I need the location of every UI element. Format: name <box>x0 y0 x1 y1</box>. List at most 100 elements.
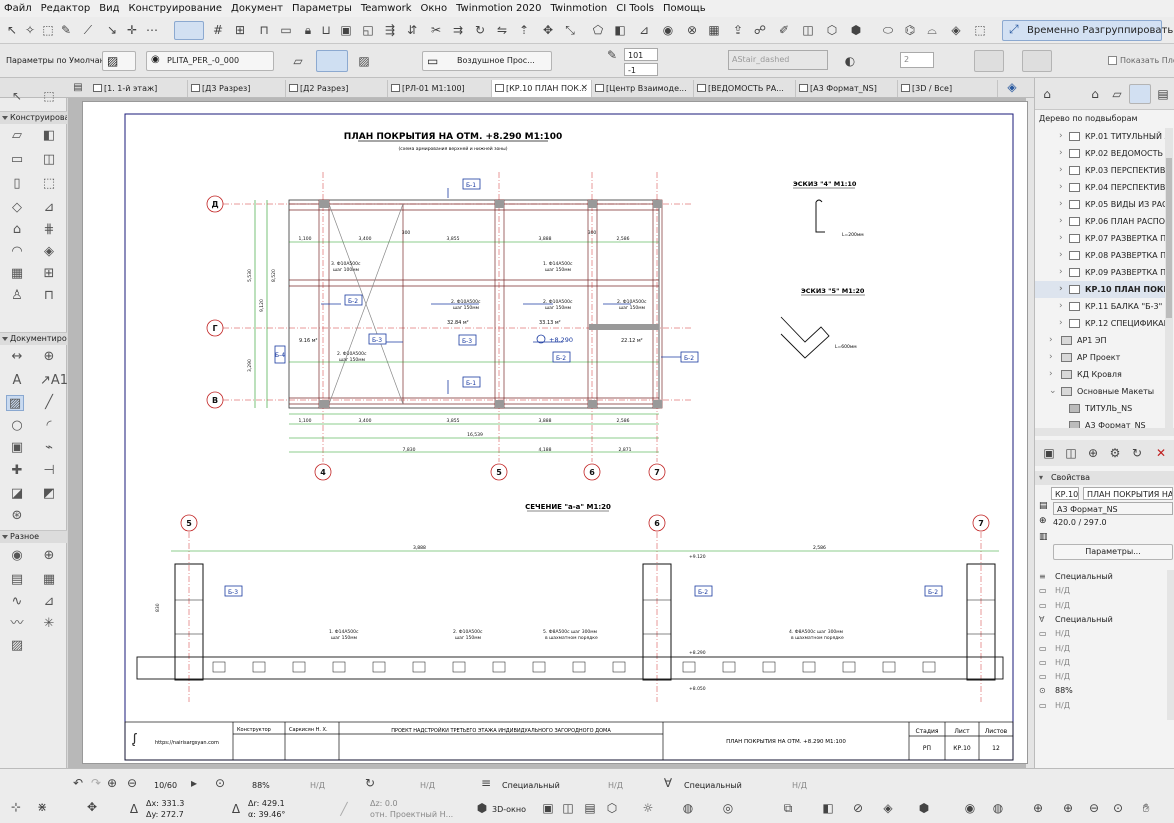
fill-option2-button[interactable] <box>1022 50 1052 72</box>
navigator-folder[interactable]: › КД Кровля <box>1035 366 1167 383</box>
radial-dim-tool-icon[interactable]: ⊕ <box>40 349 58 365</box>
door-tool-icon[interactable]: ◧ <box>40 128 58 144</box>
marquee-icon[interactable]: ⬚ <box>40 22 56 38</box>
roof-tool-icon[interactable]: ⌂ <box>8 222 26 238</box>
chevron-icon[interactable]: › <box>1049 332 1053 349</box>
surface-fill-button[interactable] <box>316 50 348 72</box>
menu-item[interactable]: Окно <box>421 3 448 14</box>
navigator-item[interactable]: › КР.01 ТИТУЛЬНЫЙ Л <box>1035 128 1167 145</box>
cube-icon[interactable]: ◈ <box>948 22 964 38</box>
pick-up-icon[interactable]: ⟋ <box>80 22 96 38</box>
polygon-icon[interactable]: ⬠ <box>590 22 606 38</box>
resize-icon[interactable]: ⤡ <box>562 22 578 38</box>
camera-icon[interactable]: ⌬ <box>902 22 918 38</box>
arrange-icon[interactable]: ⬚ <box>972 22 988 38</box>
property-row[interactable]: ⊙ 88% <box>1035 684 1174 698</box>
pan-icon[interactable]: ✋︎ <box>1138 800 1154 816</box>
new-master-icon[interactable]: ◫ <box>1063 445 1079 461</box>
navigator-item[interactable]: ›КР.10 ПЛАН ПОКРЫ <box>1035 281 1167 298</box>
navigator-menu-icon[interactable]: ⌂ <box>1039 86 1055 102</box>
picture-tool-icon[interactable]: ▨ <box>8 638 26 654</box>
wall-tool-icon[interactable]: ▱ <box>8 128 26 144</box>
zoom-in-icon[interactable]: ⊕ <box>104 775 120 791</box>
chevron-icon[interactable]: › <box>1049 366 1053 383</box>
tab-schedule[interactable]: [ВЕДОМОСТЬ РА... <box>694 80 796 97</box>
shell-tool-icon[interactable]: ◠ <box>8 244 26 260</box>
render-icon[interactable]: ◉ <box>660 22 676 38</box>
zoom-out-icon[interactable]: ⊖ <box>124 775 140 791</box>
arc-tool-icon[interactable]: ◜ <box>40 418 58 434</box>
figure-tool-icon[interactable]: ▣ <box>8 440 26 456</box>
filter-icon[interactable]: ⊘ <box>850 800 866 816</box>
new-subset-icon[interactable]: ⊕ <box>1085 445 1101 461</box>
floor-plan-icon[interactable]: ▣ <box>540 800 556 816</box>
mirror-icon[interactable]: ⇋ <box>494 22 510 38</box>
section-tool-icon[interactable]: ⊕ <box>40 548 58 564</box>
menu-item[interactable]: Параметры <box>292 3 352 14</box>
interior-elevation-tool-icon[interactable]: ▦ <box>40 572 58 588</box>
eyedropper-icon[interactable]: ✎ <box>58 22 74 38</box>
curtain-wall-tool-icon[interactable]: ▦ <box>8 266 26 282</box>
property-row[interactable]: ▭ Н/Д <box>1035 670 1174 684</box>
zoom-in-status-icon[interactable]: ⊕ <box>1060 800 1076 816</box>
sun-view-icon[interactable]: ☼ <box>640 800 656 816</box>
navigator-item[interactable]: › КР.08 РАЗВЕРТКА ПО <box>1035 247 1167 264</box>
update-icon[interactable]: ↻ <box>1129 445 1145 461</box>
trim-icon[interactable]: ✂ <box>428 22 444 38</box>
pen-offset-field[interactable]: -1 <box>624 63 658 76</box>
properties-header[interactable]: ▾ Свойства <box>1035 471 1174 485</box>
property-row[interactable]: ▭ Н/Д <box>1035 699 1174 713</box>
layer-3d-icon[interactable]: ⧉ <box>780 800 796 816</box>
zoom-icon[interactable]: ⊙ <box>212 775 228 791</box>
elevate-icon[interactable]: ⇡ <box>516 22 532 38</box>
navigator-item[interactable]: › КР.06 ПЛАН РАСПОЛ <box>1035 213 1167 230</box>
navigator-item[interactable]: › КР.03 ПЕРСПЕКТИВН <box>1035 162 1167 179</box>
grid-tool-icon[interactable]: ⊿ <box>40 594 58 610</box>
snap-mode-icon[interactable]: ⋇ <box>34 799 50 815</box>
property-row[interactable]: ▭ Н/Д <box>1035 627 1174 641</box>
sun-tool-icon[interactable]: ✳ <box>40 616 58 632</box>
snap-icon[interactable]: ↘ <box>104 22 120 38</box>
tab-list-icon[interactable]: ▤ <box>70 80 86 96</box>
navigator-folder[interactable]: › АР1 ЭП <box>1035 332 1167 349</box>
arrow-tool[interactable]: ↖ <box>8 88 26 104</box>
navigator-folder[interactable]: › АР Проект <box>1035 349 1167 366</box>
object-tool-icon[interactable]: ⬚ <box>40 176 58 192</box>
orbit-icon[interactable]: ⊙ <box>1110 800 1126 816</box>
pano-icon[interactable]: ◎ <box>720 800 736 816</box>
publish-icon[interactable]: ⇪ <box>730 22 746 38</box>
distribute-icon[interactable]: ⇵ <box>404 22 420 38</box>
layout-id-field[interactable]: КР.10 <box>1051 487 1079 500</box>
fill-option-button[interactable] <box>974 50 1004 72</box>
navigator-master[interactable]: ТИТУЛЬ_NS <box>1035 400 1167 417</box>
regroup-button[interactable]: ⤢ Временно Разгруппировать <box>1002 20 1173 41</box>
tab-a3-format[interactable]: [А3 Формат_NS] <box>796 80 898 97</box>
navigator-hscrollbar[interactable] <box>1035 428 1174 436</box>
camera-tool-icon[interactable]: ◉ <box>8 548 26 564</box>
settings-icon[interactable]: ⚙ <box>1107 445 1123 461</box>
teamwork-icon[interactable]: ☍ <box>752 22 768 38</box>
lock-icon[interactable]: 🔒︎ <box>300 22 316 38</box>
guide-icon[interactable]: ✛ <box>124 22 140 38</box>
ellipse-icon[interactable]: ⬭ <box>880 22 896 38</box>
zoom-out-status-icon[interactable]: ⊖ <box>1086 800 1102 816</box>
rotate-icon[interactable]: ↻ <box>472 22 488 38</box>
tab-floor-1[interactable]: [1. 1-й этаж] <box>90 80 188 97</box>
menu-item[interactable]: Документ <box>231 3 283 14</box>
navigator-item[interactable]: › КР.05 ВИДЫ ИЗ РАСЧ <box>1035 196 1167 213</box>
tab-center[interactable]: [Центр Взаимоде... <box>592 80 694 97</box>
magnet-icon[interactable]: ⊓ <box>256 22 272 38</box>
marquee-tool[interactable]: ⬚ <box>40 88 58 104</box>
chevron-right-icon[interactable]: › <box>1059 298 1063 315</box>
tab-3d-icon[interactable]: ◈ <box>1004 79 1020 95</box>
navigator-folder[interactable]: ⌄ Основные Макеты <box>1035 383 1167 400</box>
render-view-icon[interactable]: ◍ <box>680 800 696 816</box>
menu-item[interactable]: Редактор <box>41 3 91 14</box>
property-row[interactable]: ▭ Н/Д <box>1035 584 1174 598</box>
magic-wand-icon[interactable]: ✧ <box>22 22 38 38</box>
tab-kr10[interactable]: [КР.10 ПЛАН ПОК... × <box>492 80 592 97</box>
property-row[interactable]: ∀ Специальный <box>1035 613 1174 627</box>
half-circle-icon[interactable]: ◐ <box>842 53 858 69</box>
layout-book-button[interactable] <box>1129 84 1151 104</box>
chevron-right-icon[interactable]: › <box>1059 196 1063 213</box>
